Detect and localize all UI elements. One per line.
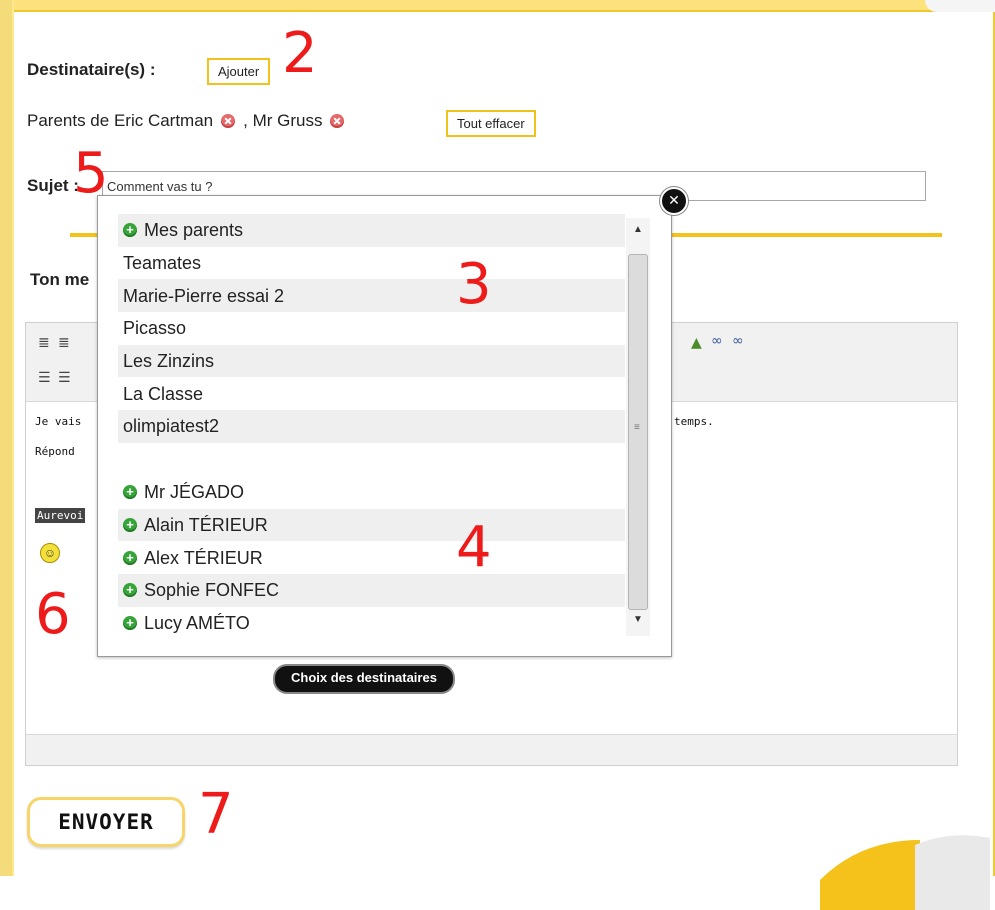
frame-left bbox=[0, 0, 12, 876]
annotation-number: 7 bbox=[198, 782, 234, 847]
add-icon[interactable]: + bbox=[123, 517, 137, 532]
link-icon[interactable]: ∞ bbox=[711, 333, 723, 349]
message-line: Répond bbox=[35, 445, 75, 458]
frame-left-inner bbox=[12, 0, 14, 876]
frame-top bbox=[0, 0, 995, 10]
send-button[interactable]: ENVOYER bbox=[27, 797, 185, 847]
list-item[interactable]: + Mes parents bbox=[118, 214, 625, 247]
list-item-label: Les Zinzins bbox=[123, 351, 215, 372]
choose-recipients-button[interactable]: Choix des destinataires bbox=[273, 664, 455, 694]
message-line-end: temps. bbox=[674, 415, 714, 428]
list-item-label: Teamates bbox=[123, 253, 202, 274]
annotation-number: 6 bbox=[35, 582, 71, 647]
add-recipient-button[interactable]: Ajouter bbox=[207, 58, 271, 85]
list-item[interactable]: Marie-Pierre essai 2 bbox=[118, 279, 625, 313]
list-item[interactable]: + Lucy AMÉTO bbox=[118, 607, 625, 640]
close-popup-button[interactable]: ✕ bbox=[660, 187, 688, 215]
subject-label: Sujet : bbox=[27, 176, 79, 195]
recipients-label: Destinataire(s) : bbox=[27, 60, 156, 79]
list-item-label: Marie-Pierre essai 2 bbox=[123, 285, 285, 306]
selected-recipients: Parents de Eric Cartman , Mr Gruss bbox=[27, 111, 348, 131]
annotation-number: 3 bbox=[456, 252, 492, 317]
list-item-label: Mr JÉGADO bbox=[144, 482, 245, 503]
message-label: Ton me bbox=[30, 270, 90, 289]
image-icon[interactable]: ▲ bbox=[691, 335, 702, 351]
recipient-list: + Mes parents Teamates Marie-Pierre essai… bbox=[118, 214, 625, 639]
list-item[interactable]: + Alain TÉRIEUR bbox=[118, 508, 625, 542]
add-icon[interactable]: + bbox=[123, 615, 137, 630]
list-item-label: olimpiatest2 bbox=[123, 416, 220, 437]
message-signature: Aurevoi bbox=[35, 508, 86, 523]
list-item-label: Alain TÉRIEUR bbox=[144, 514, 268, 535]
scroll-down-arrow-icon[interactable]: ▼ bbox=[633, 614, 643, 625]
list-item[interactable]: + Mr JÉGADO bbox=[118, 476, 625, 509]
recipient-name: , Mr Gruss bbox=[243, 111, 323, 130]
add-icon[interactable]: + bbox=[123, 485, 137, 500]
list-item[interactable]: olimpiatest2 bbox=[118, 410, 625, 443]
list-item[interactable]: + Sophie FONFEC bbox=[118, 573, 625, 607]
frame-top-line bbox=[0, 10, 995, 12]
scrollbar-grip-icon: ≡ bbox=[634, 422, 640, 433]
numbered-list-icon[interactable]: ☰ bbox=[58, 370, 71, 386]
add-icon[interactable]: + bbox=[123, 583, 137, 598]
annotation-number: 2 bbox=[282, 21, 318, 86]
corner-decoration-bottom bbox=[820, 835, 990, 910]
recipient-name: Parents de Eric Cartman bbox=[27, 111, 214, 130]
add-icon[interactable]: + bbox=[123, 223, 137, 238]
recipient-picker-popup: + Mes parents Teamates Marie-Pierre essai… bbox=[97, 195, 672, 657]
smiley-icon: ☺ bbox=[40, 543, 60, 563]
align-left-icon[interactable]: ≣ bbox=[38, 335, 50, 351]
unlink-icon[interactable]: ∞ bbox=[732, 333, 744, 349]
annotation-number: 5 bbox=[73, 141, 109, 206]
corner-decoration bbox=[925, 0, 995, 12]
message-line: Je vais bbox=[35, 415, 82, 428]
list-item[interactable]: Teamates bbox=[118, 247, 625, 280]
remove-recipient-icon[interactable] bbox=[221, 114, 236, 128]
remove-recipient-icon[interactable] bbox=[330, 114, 345, 128]
scroll-up-arrow-icon[interactable]: ▲ bbox=[633, 224, 643, 235]
list-item-label: Lucy AMÉTO bbox=[144, 612, 250, 633]
add-icon[interactable]: + bbox=[123, 550, 137, 565]
annotation-number: 4 bbox=[456, 515, 492, 580]
list-item-label: Picasso bbox=[123, 318, 187, 339]
bullet-list-icon[interactable]: ☰ bbox=[38, 370, 51, 386]
list-item[interactable]: Les Zinzins bbox=[118, 344, 625, 378]
list-item-label: Alex TÉRIEUR bbox=[144, 547, 263, 568]
editor-statusbar bbox=[26, 734, 957, 765]
list-item[interactable]: + Alex TÉRIEUR bbox=[118, 541, 625, 574]
clear-all-button[interactable]: Tout effacer bbox=[446, 110, 536, 137]
list-item-label: Sophie FONFEC bbox=[144, 580, 280, 601]
list-item-label: La Classe bbox=[123, 383, 204, 404]
list-item[interactable]: La Classe bbox=[118, 377, 625, 410]
align-center-icon[interactable]: ≣ bbox=[58, 335, 70, 351]
list-item[interactable]: Picasso bbox=[118, 312, 625, 345]
list-item-label: Mes parents bbox=[144, 220, 244, 241]
